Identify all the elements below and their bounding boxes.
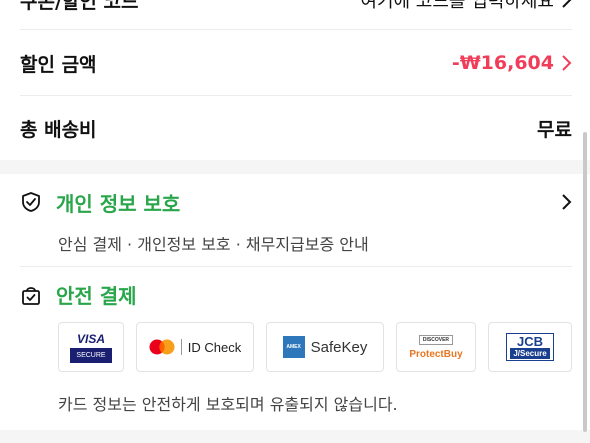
coupon-placeholder: 여기에 코드를 입력하세요 [360, 0, 554, 12]
chevron-right-icon [562, 0, 572, 8]
discount-value[interactable]: -₩16,604 [452, 52, 572, 74]
mastercard-idcheck-card: ID Check [136, 322, 254, 372]
shipping-label: 총 배송비 [20, 118, 97, 141]
secure-payment-title: 안전 결제 [56, 284, 137, 308]
divider [20, 29, 572, 30]
chevron-right-icon [562, 194, 572, 210]
discover-protectbuy-card: DISCOVER ProtectBuy [396, 322, 476, 372]
coupon-row[interactable]: 쿠폰/할인 코드 여기에 코드를 입력하세요 [20, 0, 572, 14]
mastercard-label: ID Check [187, 339, 242, 355]
visa-brand: VISA [76, 331, 105, 346]
coupon-value[interactable]: 여기에 코드를 입력하세요 [360, 0, 572, 13]
card-logo-list: VISA SECURE ID Check AMEX SafeKey DISCOV… [58, 322, 572, 372]
privacy-header[interactable]: 개인 정보 보호 [20, 186, 572, 218]
privacy-subtitle: 안심 결제 · 개인정보 보호 · 채무지급보증 안내 [58, 235, 369, 254]
coupon-label: 쿠폰/할인 코드 [20, 0, 139, 13]
secure-payment-header: 안전 결제 [20, 280, 137, 309]
secure-payment-note: 카드 정보는 안전하게 보호되며 유출되지 않습니다. [58, 395, 398, 414]
separator [180, 339, 182, 355]
discount-row[interactable]: 할인 금액 -₩16,604 [20, 46, 572, 80]
divider [20, 95, 572, 96]
jcb-label: J/Secure [510, 348, 550, 359]
discover-label: ProtectBuy [409, 348, 463, 360]
privacy-title: 개인 정보 보호 [56, 191, 181, 216]
shield-check-icon [22, 192, 40, 212]
visa-secure-card: VISA SECURE [58, 322, 124, 372]
discount-label: 할인 금액 [20, 53, 97, 76]
scrollbar[interactable] [583, 132, 587, 432]
bag-check-icon [22, 286, 40, 305]
amex-safekey-card: AMEX SafeKey [266, 322, 384, 372]
divider [20, 266, 572, 267]
visa-secure-label: SECURE [70, 347, 112, 363]
jcb-brand: JCB [516, 334, 543, 349]
amex-label: SafeKey [310, 338, 368, 356]
section-gap [0, 430, 590, 443]
amex-icon: AMEX [282, 336, 305, 358]
discover-brand: DISCOVER [418, 334, 454, 345]
shipping-row: 총 배송비 무료 [20, 111, 572, 145]
discount-amount: -₩16,604 [451, 52, 554, 74]
jcb-secure-card: JCB J/Secure [488, 322, 572, 372]
shipping-value: 무료 [537, 118, 572, 141]
chevron-right-icon [562, 55, 572, 71]
mastercard-icon [149, 339, 175, 355]
section-gap [0, 160, 590, 174]
